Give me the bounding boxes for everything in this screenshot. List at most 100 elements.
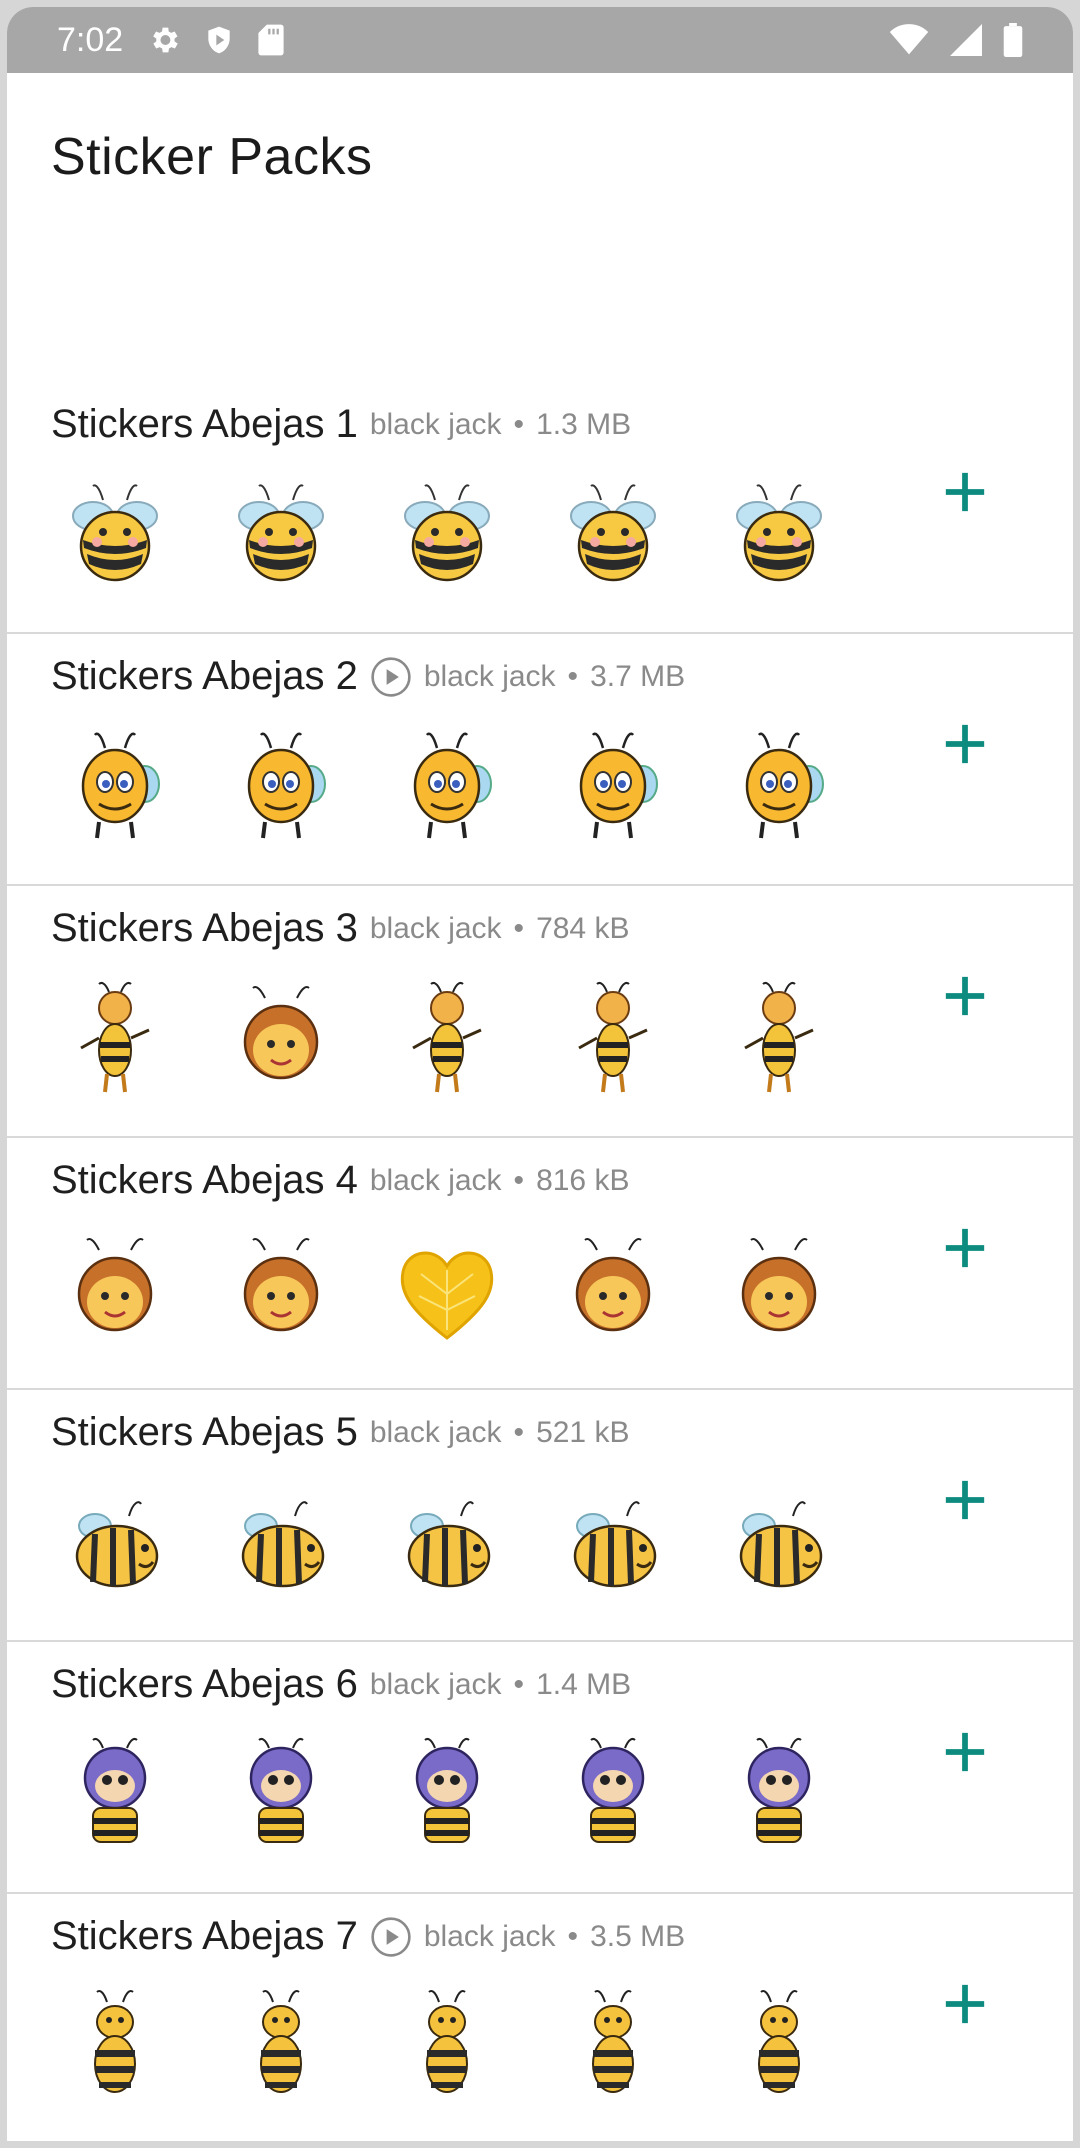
add-pack-button[interactable]: [925, 1964, 1005, 2044]
sticker-thumbnail: [59, 1482, 171, 1607]
pack-header: Stickers Abejas 5 black jack • 521 kB: [51, 1410, 629, 1455]
battery-icon: [1003, 23, 1023, 57]
pack-publisher: black jack: [423, 1919, 556, 1953]
sticker-thumbnail: [557, 1986, 669, 2111]
sticker-pack-row[interactable]: Stickers Abejas 7 black jack • 3.5 MB: [7, 1894, 1073, 2141]
plus-icon: [945, 1480, 985, 1520]
separator-dot: •: [567, 1919, 579, 1953]
separator-dot: •: [513, 1415, 525, 1449]
animated-play-icon: [370, 1916, 412, 1958]
pack-publisher: black jack: [369, 911, 502, 945]
separator-dot: •: [513, 1667, 525, 1701]
sticker-thumbnail: [723, 1482, 835, 1607]
sticker-thumbnail: [557, 1734, 669, 1859]
pack-size: 3.5 MB: [590, 1919, 686, 1953]
sticker-thumbnail: [59, 726, 171, 851]
sticker-preview-strip: [59, 1482, 835, 1607]
sticker-thumbnail: [723, 1986, 835, 2111]
sticker-preview-strip: [59, 474, 835, 599]
sticker-thumbnail: [391, 726, 503, 851]
sticker-thumbnail: [391, 474, 503, 599]
add-pack-button[interactable]: [925, 956, 1005, 1036]
sticker-pack-list: Stickers Abejas 1 black jack • 1.3 MB Sticke…: [7, 382, 1073, 2141]
sticker-thumbnail: [391, 1482, 503, 1607]
sticker-thumbnail: [557, 474, 669, 599]
sticker-thumbnail: [723, 1230, 835, 1355]
sticker-thumbnail: [557, 978, 669, 1103]
sticker-thumbnail: [391, 1734, 503, 1859]
sticker-thumbnail: [225, 1986, 337, 2111]
pack-header: Stickers Abejas 2 black jack • 3.7 MB: [51, 654, 685, 699]
pack-size: 3.7 MB: [590, 659, 686, 693]
pack-name: Stickers Abejas 6: [51, 1662, 358, 1706]
sticker-thumbnail: [225, 1482, 337, 1607]
sticker-thumbnail: [391, 1986, 503, 2111]
sd-card-icon: [257, 23, 285, 57]
sticker-thumbnail: [557, 1482, 669, 1607]
sticker-thumbnail: [225, 1734, 337, 1859]
plus-icon: [945, 976, 985, 1016]
sticker-thumbnail: [59, 1230, 171, 1355]
sticker-thumbnail: [391, 978, 503, 1103]
sticker-thumbnail: [225, 474, 337, 599]
separator-dot: •: [513, 911, 525, 945]
add-pack-button[interactable]: [925, 1208, 1005, 1288]
separator-dot: •: [513, 407, 525, 441]
sticker-pack-row[interactable]: Stickers Abejas 6 black jack • 1.4 MB: [7, 1642, 1073, 1894]
add-pack-button[interactable]: [925, 1460, 1005, 1540]
sticker-preview-strip: [59, 1734, 835, 1859]
sticker-pack-row[interactable]: Stickers Abejas 4 black jack • 816 kB: [7, 1138, 1073, 1390]
plus-icon: [945, 472, 985, 512]
pack-meta: black jack • 1.4 MB: [370, 1668, 631, 1702]
add-pack-button[interactable]: [925, 1712, 1005, 1792]
pack-size: 816 kB: [536, 1163, 630, 1197]
sticker-thumbnail: [557, 726, 669, 851]
plus-icon: [945, 1984, 985, 2024]
sticker-pack-row[interactable]: Stickers Abejas 1 black jack • 1.3 MB: [7, 382, 1073, 634]
sticker-thumbnail: [225, 978, 337, 1103]
status-icons-right: [889, 23, 1023, 57]
sticker-pack-row[interactable]: Stickers Abejas 5 black jack • 521 kB: [7, 1390, 1073, 1642]
separator-dot: •: [567, 659, 579, 693]
sticker-pack-row[interactable]: Stickers Abejas 3 black jack • 784 kB: [7, 886, 1073, 1138]
sticker-thumbnail: [557, 1230, 669, 1355]
sticker-thumbnail: [723, 474, 835, 599]
wifi-icon: [889, 24, 929, 56]
shield-play-icon: [203, 23, 235, 57]
sticker-thumbnail: [59, 978, 171, 1103]
add-pack-button[interactable]: [925, 704, 1005, 784]
pack-header: Stickers Abejas 7 black jack • 3.5 MB: [51, 1914, 685, 1959]
page-title: Sticker Packs: [51, 128, 373, 186]
sticker-thumbnail: [723, 978, 835, 1103]
animated-play-icon: [370, 656, 412, 698]
status-icons-left: [147, 23, 285, 57]
plus-icon: [945, 724, 985, 764]
sticker-thumbnail: [59, 1986, 171, 2111]
pack-publisher: black jack: [369, 1415, 502, 1449]
add-pack-button[interactable]: [925, 452, 1005, 532]
status-bar: 7:02: [7, 7, 1073, 73]
pack-publisher: black jack: [369, 1163, 502, 1197]
sticker-preview-strip: [59, 978, 835, 1103]
sticker-preview-strip: [59, 1986, 835, 2111]
plus-icon: [945, 1228, 985, 1268]
pack-meta: black jack • 1.3 MB: [370, 408, 631, 442]
pack-header: Stickers Abejas 3 black jack • 784 kB: [51, 906, 629, 951]
pack-name: Stickers Abejas 1: [51, 402, 358, 446]
pack-header: Stickers Abejas 1 black jack • 1.3 MB: [51, 402, 631, 447]
pack-meta: black jack • 3.7 MB: [424, 660, 685, 694]
pack-header: Stickers Abejas 4 black jack • 816 kB: [51, 1158, 629, 1203]
sticker-thumbnail: [723, 726, 835, 851]
sticker-preview-strip: [59, 1230, 835, 1355]
sticker-thumbnail: [225, 726, 337, 851]
pack-name: Stickers Abejas 7: [51, 1914, 358, 1958]
sticker-thumbnail: [59, 474, 171, 599]
sticker-pack-row[interactable]: Stickers Abejas 2 black jack • 3.7 MB: [7, 634, 1073, 886]
pack-name: Stickers Abejas 5: [51, 1410, 358, 1454]
sticker-thumbnail: [59, 1734, 171, 1859]
gear-icon: [147, 23, 181, 57]
pack-meta: black jack • 3.5 MB: [424, 1920, 685, 1954]
sticker-thumbnail: [391, 1230, 503, 1355]
pack-size: 1.3 MB: [536, 407, 632, 441]
pack-name: Stickers Abejas 3: [51, 906, 358, 950]
